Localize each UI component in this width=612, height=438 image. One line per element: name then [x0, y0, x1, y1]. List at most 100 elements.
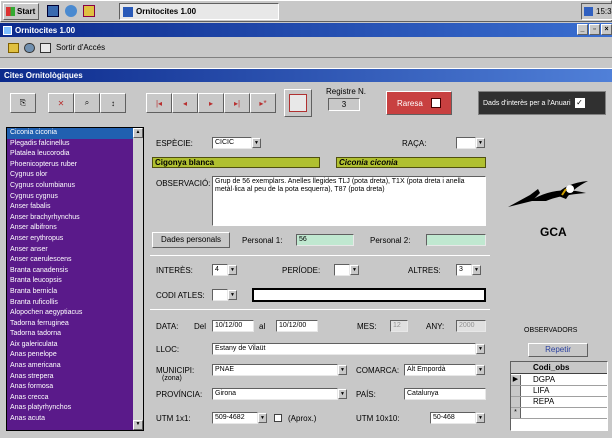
settings-icon[interactable]	[24, 42, 35, 53]
close-icon[interactable]: ×	[601, 24, 612, 35]
lloc-dropdown-icon[interactable]: ▼	[476, 344, 485, 354]
list-item[interactable]: Anas acuta	[7, 414, 133, 425]
exit-button[interactable]: Sortir d'Accés	[56, 43, 105, 52]
list-item[interactable]: Anas platyrhynchos	[7, 403, 133, 414]
new-record-button[interactable]: ⎘	[10, 93, 36, 113]
list-item[interactable]: Anas penelope	[7, 350, 133, 361]
list-item[interactable]: Tadorna ferruginea	[7, 319, 133, 330]
utm10-field[interactable]: 50-468	[430, 412, 476, 424]
periode-label: PERÍODE:	[282, 266, 321, 275]
list-item[interactable]: Branta bernicla	[7, 287, 133, 298]
form-edit-button[interactable]	[284, 89, 312, 117]
interes-dropdown-icon[interactable]: ▼	[228, 265, 237, 275]
utm1-field[interactable]: 509-4682	[212, 412, 258, 424]
utm10-dropdown-icon[interactable]: ▼	[476, 413, 485, 423]
row-selector[interactable]	[511, 397, 521, 407]
raca-field[interactable]	[456, 137, 476, 149]
personal2-field[interactable]	[426, 234, 486, 246]
task-ornitocites[interactable]: Ornitocites 1.00	[119, 3, 279, 20]
list-item[interactable]: Anser erythropus	[7, 234, 133, 245]
tab-dades-personals[interactable]: Dades personals	[152, 232, 230, 248]
comarca-dropdown-icon[interactable]: ▼	[476, 365, 485, 375]
list-item[interactable]: Anser anser	[7, 245, 133, 256]
codi-atles-dropdown-icon[interactable]: ▼	[228, 290, 237, 300]
periode-field[interactable]	[334, 264, 350, 276]
scroll-down-icon[interactable]: ▼	[133, 420, 143, 430]
pais-field[interactable]: Catalunya	[404, 388, 486, 400]
list-item[interactable]: Anas strepera	[7, 372, 133, 383]
list-item[interactable]: Plegadis falcinellus	[7, 139, 133, 150]
restore-icon[interactable]: ▫	[589, 24, 600, 35]
desktop-icon[interactable]	[47, 5, 59, 17]
list-item[interactable]: Branta leucopsis	[7, 276, 133, 287]
minimize-icon[interactable]: _	[577, 24, 588, 35]
start-button[interactable]: Start	[3, 3, 39, 20]
table-row[interactable]: ▶ DGPA	[511, 375, 607, 386]
altres-dropdown-icon[interactable]: ▼	[472, 265, 481, 275]
current-row-icon[interactable]: ▶	[511, 375, 521, 385]
lloc-field[interactable]: Estany de Vilaüt	[212, 343, 476, 355]
find-button[interactable]: ⌕	[74, 93, 100, 113]
browser-icon[interactable]	[65, 5, 77, 17]
delete-record-button[interactable]: ✕	[48, 93, 74, 113]
new-record-nav-button[interactable]: ▸*	[250, 93, 276, 113]
list-item[interactable]: Anas crecca	[7, 393, 133, 404]
altres-field[interactable]: 3	[456, 264, 472, 276]
comarca-field[interactable]: Alt Empordà	[404, 364, 476, 376]
print-icon[interactable]	[40, 42, 51, 53]
list-item[interactable]: Anas formosa	[7, 382, 133, 393]
list-item[interactable]: Cygnus olor	[7, 170, 133, 181]
municipi-field[interactable]: PNAE	[212, 364, 338, 376]
codi-atles-field[interactable]	[212, 289, 228, 301]
list-item[interactable]: Anser caerulescens	[7, 255, 133, 266]
last-record-button[interactable]: ▸|	[224, 93, 250, 113]
rarity-checkbox[interactable]	[430, 98, 441, 108]
list-item[interactable]: Tadorna tadorna	[7, 329, 133, 340]
list-scrollbar[interactable]: ▲ ▼	[133, 128, 143, 430]
periode-dropdown-icon[interactable]: ▼	[350, 265, 359, 275]
row-selector[interactable]	[511, 386, 521, 396]
list-item[interactable]: Platalea leucorodia	[7, 149, 133, 160]
provincia-dropdown-icon[interactable]: ▼	[338, 389, 347, 399]
sort-button[interactable]: ↕	[100, 93, 126, 113]
list-item[interactable]: Aix galericulata	[7, 340, 133, 351]
interes-field[interactable]: 4	[212, 264, 228, 276]
open-icon[interactable]	[8, 42, 19, 53]
raca-dropdown-icon[interactable]: ▼	[476, 138, 485, 148]
provincia-field[interactable]: Girona	[212, 388, 338, 400]
scroll-up-icon[interactable]: ▲	[133, 128, 143, 138]
list-item[interactable]: Alopochen aegyptiacus	[7, 308, 133, 319]
list-item[interactable]: Anser fabalis	[7, 202, 133, 213]
annuari-checkbox[interactable]: ✓	[574, 98, 585, 108]
utm1-dropdown-icon[interactable]: ▼	[258, 413, 267, 423]
table-row[interactable]: LIFA	[511, 386, 607, 397]
especie-field[interactable]: CICIC	[212, 137, 252, 149]
first-record-button[interactable]: |◂	[146, 93, 172, 113]
table-row[interactable]: REPA	[511, 397, 607, 408]
table-row[interactable]: *	[511, 408, 607, 419]
taskbar: Start Ornitocites 1.00 15:3	[0, 0, 612, 22]
list-item[interactable]: Anser albifrons	[7, 223, 133, 234]
list-item[interactable]: Phoenicopterus ruber	[7, 160, 133, 171]
date-from-field[interactable]: 10/12/00	[212, 320, 254, 332]
list-item[interactable]: Ciconia ciconia	[7, 128, 133, 139]
repeat-button[interactable]: Repetir	[528, 343, 588, 357]
municipi-dropdown-icon[interactable]: ▼	[338, 365, 347, 375]
list-item[interactable]: Branta canadensis	[7, 266, 133, 277]
species-list[interactable]: Ciconia ciconia Plegadis falcinellus Plata…	[6, 127, 144, 431]
list-item[interactable]: Cygnus cygnus	[7, 192, 133, 203]
list-item[interactable]: Anas americana	[7, 361, 133, 372]
personal1-field[interactable]: 56	[296, 234, 354, 246]
date-to-field[interactable]: 10/12/00	[276, 320, 318, 332]
observacio-text[interactable]: Grup de 56 exemplars. Anelles llegides T…	[212, 176, 486, 226]
especie-dropdown-icon[interactable]: ▼	[252, 138, 261, 148]
tray-icon[interactable]	[584, 7, 593, 16]
previous-record-button[interactable]: ◂	[172, 93, 198, 113]
list-item[interactable]: Branta ruficollis	[7, 298, 133, 309]
outlook-icon[interactable]	[83, 5, 95, 17]
new-row-icon[interactable]: *	[511, 408, 521, 418]
next-record-button[interactable]: ▸	[198, 93, 224, 113]
aprox-checkbox[interactable]	[274, 414, 282, 422]
list-item[interactable]: Anser brachyrhynchus	[7, 213, 133, 224]
list-item[interactable]: Cygnus columbianus	[7, 181, 133, 192]
